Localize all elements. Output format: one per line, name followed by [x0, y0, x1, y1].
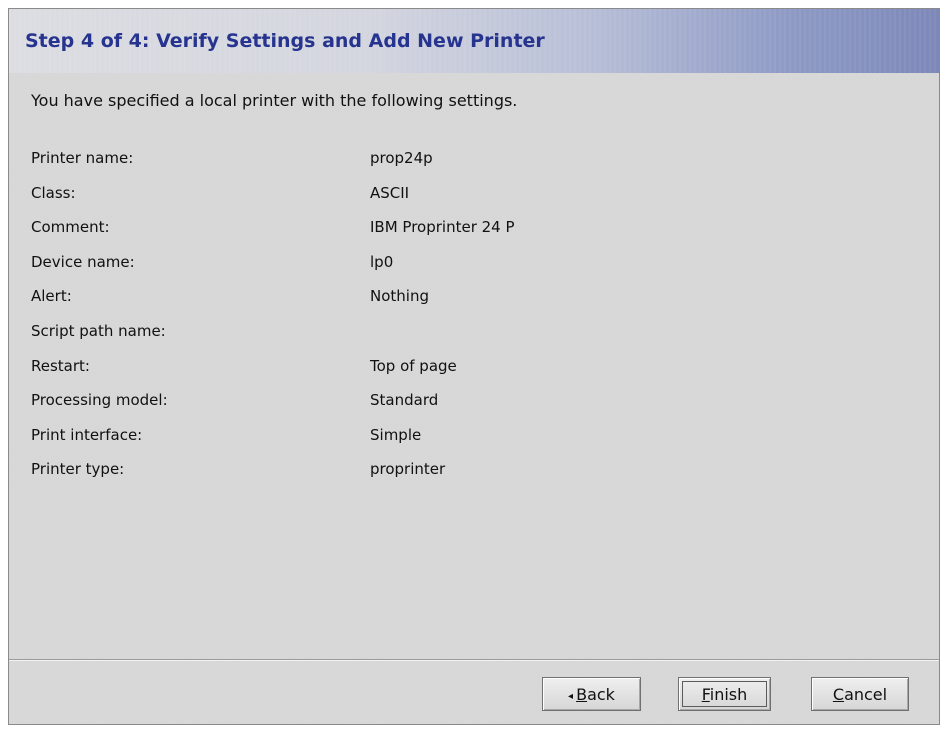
finish-mnemonic: F: [701, 684, 710, 704]
step-title: Step 4 of 4: Verify Settings and Add New…: [25, 30, 545, 52]
intro-text: You have specified a local printer with …: [31, 91, 518, 110]
setting-label: Device name:: [31, 252, 135, 271]
settings-list: Printer name: prop24p Class: ASCII Comme…: [9, 149, 939, 495]
setting-value: Top of page: [370, 356, 457, 375]
setting-row-script-path-name: Script path name:: [9, 322, 939, 357]
setting-row-printer-type: Printer type: proprinter: [9, 460, 939, 495]
back-label-rest: ack: [587, 684, 615, 704]
back-mnemonic: B: [576, 684, 588, 704]
finish-label-rest: inish: [709, 684, 748, 704]
setting-label: Comment:: [31, 218, 110, 237]
setting-row-printer-name: Printer name: prop24p: [9, 149, 939, 184]
cancel-label-rest: ancel: [844, 684, 888, 704]
setting-value: Nothing: [370, 287, 429, 306]
finish-button[interactable]: Finish: [678, 677, 771, 711]
setting-label: Restart:: [31, 356, 90, 375]
setting-label: Script path name:: [31, 321, 166, 340]
setting-value: proprinter: [370, 460, 446, 479]
setting-row-comment: Comment: IBM Proprinter 24 P: [9, 218, 939, 253]
wizard-dialog: Step 4 of 4: Verify Settings and Add New…: [8, 8, 940, 725]
setting-label: Printer name:: [31, 149, 134, 167]
setting-row-alert: Alert: Nothing: [9, 287, 939, 322]
setting-row-print-interface: Print interface: Simple: [9, 426, 939, 461]
setting-label: Processing model:: [31, 391, 168, 410]
cancel-button[interactable]: Cancel: [811, 677, 909, 711]
setting-row-class: Class: ASCII: [9, 184, 939, 219]
button-bar: ◂ Back Finish Cancel: [9, 659, 939, 725]
back-arrow-icon: ◂: [568, 690, 574, 702]
setting-row-device-name: Device name: lp0: [9, 253, 939, 288]
setting-label: Alert:: [31, 287, 72, 306]
setting-value: IBM Proprinter 24 P: [370, 218, 515, 237]
cancel-mnemonic: C: [832, 684, 845, 704]
setting-value: lp0: [370, 252, 394, 271]
back-button[interactable]: ◂ Back: [542, 677, 641, 711]
wizard-header: Step 4 of 4: Verify Settings and Add New…: [9, 9, 939, 73]
setting-value: ASCII: [370, 183, 410, 202]
setting-value: Standard: [370, 391, 439, 410]
setting-value: Simple: [370, 425, 422, 444]
setting-label: Printer type:: [31, 460, 125, 479]
setting-row-processing-model: Processing model: Standard: [9, 391, 939, 426]
setting-row-restart: Restart: Top of page: [9, 357, 939, 392]
setting-label: Class:: [31, 183, 76, 202]
setting-label: Print interface:: [31, 425, 143, 444]
setting-value: prop24p: [370, 149, 433, 167]
